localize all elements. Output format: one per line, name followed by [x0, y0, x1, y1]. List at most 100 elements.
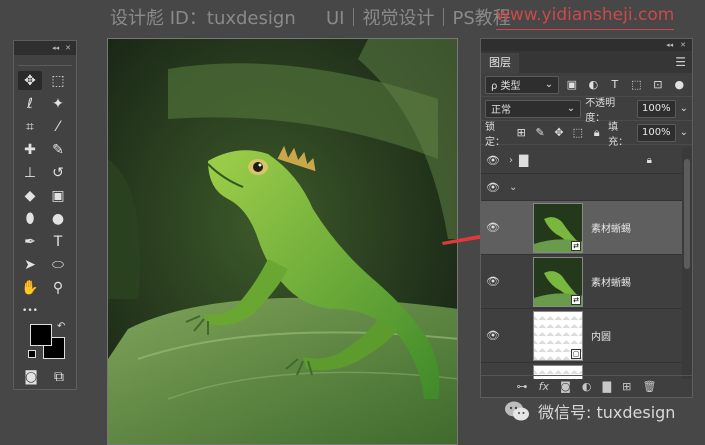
visibility-eye-icon[interactable]: 👁︎	[481, 154, 505, 167]
collapse-icon[interactable]: ◂◂	[52, 44, 59, 52]
blend-opacity-row: 正常 ⌄ 不透明度： 100% ⌄	[481, 97, 692, 124]
document-canvas[interactable]	[107, 38, 458, 445]
new-layer-icon[interactable]: ⊞	[622, 380, 631, 393]
delete-layer-icon[interactable]: 🗑︎	[642, 380, 656, 393]
blend-mode-select[interactable]: 正常 ⌄	[485, 99, 582, 118]
new-group-icon[interactable]: ▇	[603, 380, 611, 393]
eyedropper-tool-icon[interactable]: ⁄	[46, 117, 70, 136]
lasso-tool-icon[interactable]: ℓ	[18, 94, 42, 113]
chevron-down-icon[interactable]: ⌄	[680, 127, 688, 138]
layer-row-group-collapsed[interactable]: 👁︎ › ▇ 🔒︎	[481, 147, 682, 174]
pen-tool-icon[interactable]: ✒	[18, 232, 42, 251]
blend-mode-value: 正常	[491, 105, 511, 116]
filter-smart-object-icon[interactable]: ⊡	[649, 76, 666, 94]
fill-input[interactable]: 100%	[636, 123, 676, 142]
layer-thumbnail: ⇄	[533, 256, 583, 307]
healing-brush-tool-icon[interactable]: ✚	[18, 140, 42, 159]
tools-grip[interactable]	[18, 58, 72, 66]
chevron-right-icon[interactable]: ›	[509, 155, 513, 166]
layer-kind-filter-label: ρ 类型	[491, 81, 521, 92]
filter-shape-icon[interactable]: ⬚	[628, 76, 645, 94]
mask-icon[interactable]: ◙	[560, 380, 571, 393]
visibility-eye-icon[interactable]: 👁︎	[481, 275, 505, 288]
wechat-watermark: 微信号: tuxdesign	[504, 398, 675, 424]
smart-object-icon: ⇄	[571, 240, 581, 251]
chevron-down-icon[interactable]: ⌄	[509, 182, 517, 193]
default-colors-icon[interactable]	[28, 350, 36, 358]
smart-object-icon: ⇄	[571, 294, 581, 305]
lock-all-icon[interactable]: 🔒︎	[589, 124, 604, 142]
layers-scrollbar[interactable]	[682, 147, 692, 379]
chevron-down-icon: ⌄	[544, 79, 554, 90]
foreground-color-swatch[interactable]	[30, 324, 52, 346]
color-swatches: ↶	[28, 321, 70, 364]
layers-bottom-toolbar: ⊶ fx ◙ ◐ ▇ ⊞ 🗑︎	[481, 375, 692, 397]
lock-icon: 🔒︎	[646, 154, 652, 166]
layers-tabbar: 图层 ☰	[481, 51, 692, 73]
screen-mode-icon[interactable]: ⧉	[50, 369, 68, 385]
visibility-eye-icon[interactable]: 👁︎	[481, 329, 505, 342]
eraser-tool-icon[interactable]: ◆	[18, 186, 42, 205]
scrollbar-thumb[interactable]	[684, 159, 690, 269]
path-selection-tool-icon[interactable]: ➤	[18, 255, 42, 274]
lock-pixels-icon[interactable]: ✎	[533, 124, 548, 142]
link-layers-icon[interactable]: ⊶	[517, 380, 528, 393]
ellipse-tool-icon[interactable]: ⬭	[46, 255, 70, 274]
quick-mask-icon[interactable]: ◙	[22, 369, 40, 385]
type-tool-icon[interactable]: T	[46, 232, 70, 251]
watermark-topic: UI｜视觉设计｜PS教程	[326, 8, 511, 29]
layer-name: 素材蜥蜴	[591, 224, 631, 235]
folder-icon: ▇	[519, 153, 529, 167]
lock-artboard-icon[interactable]: ⬚	[570, 124, 585, 142]
zoom-tool-icon[interactable]: ⚲	[46, 278, 70, 297]
dodge-tool-icon[interactable]: ●	[46, 209, 70, 228]
visibility-eye-icon[interactable]: 👁︎	[481, 221, 505, 234]
layer-row-inner-circle[interactable]: 👁︎ ▢ 内圆	[481, 309, 682, 363]
filter-type-icon[interactable]: T	[606, 76, 623, 94]
swap-colors-icon[interactable]: ↶	[57, 321, 65, 332]
vector-mask-icon: ▢	[571, 348, 581, 359]
tools-panel: ◂◂ ✕ ✥ ⬚ ℓ ✦ ⌗ ⁄ ✚ ✎ ⊥ ↺ ◆ ▣ ⬮ ● ✒ T ➤ ⬭ ✋ ⚲ ••• ↶ ◙ ⧉	[13, 40, 77, 390]
layer-name: 素材蜥蜴	[591, 278, 631, 289]
layer-row-lizard-selected[interactable]: 👁︎ ⇄ 素材蜥蜴	[481, 201, 682, 255]
tools-bottom: ◙ ⧉	[22, 369, 68, 385]
lizard-photo	[108, 39, 457, 444]
tools-panel-header[interactable]: ◂◂ ✕	[14, 41, 76, 55]
layers-panel: ◂◂ ✕ 图层 ☰ ρ 类型 ⌄ ▣ ◐ T ⬚ ⊡ ● 正常 ⌄ 不透明度： …	[480, 38, 693, 398]
lock-fill-row: 锁定： ⊞ ✎ ✥ ⬚ 🔒︎ 填充： 100% ⌄	[481, 121, 692, 148]
layer-name: 内圆	[591, 332, 611, 343]
watermark-designer: 设计彪 ID：tuxdesign	[110, 8, 296, 29]
layer-row-group-expanded[interactable]: 👁︎ ⌄	[481, 174, 682, 201]
close-icon[interactable]: ✕	[65, 44, 71, 52]
layer-thumbnail: ▢	[533, 310, 583, 361]
panel-menu-icon[interactable]: ☰	[675, 55, 686, 69]
lock-transparent-icon[interactable]: ⊞	[514, 124, 529, 142]
layer-row-lizard[interactable]: 👁︎ ⇄ 素材蜥蜴	[481, 255, 682, 309]
filter-pixel-icon[interactable]: ▣	[563, 76, 580, 94]
blur-tool-icon[interactable]: ⬮	[18, 209, 42, 228]
opacity-input[interactable]: 100%	[637, 99, 676, 118]
magic-wand-tool-icon[interactable]: ✦	[46, 94, 70, 113]
fx-icon[interactable]: fx	[539, 380, 549, 393]
layer-list: 👁︎ › ▇ 🔒︎ 👁︎ ⌄ 👁︎ ⇄ 素材蜥蜴 👁︎ ⇄ 素材蜥蜴 👁︎ ▢ …	[481, 147, 682, 379]
visibility-eye-icon[interactable]: 👁︎	[481, 181, 505, 194]
marquee-tool-icon[interactable]: ⬚	[46, 71, 70, 90]
crop-tool-icon[interactable]: ⌗	[18, 117, 42, 136]
gradient-tool-icon[interactable]: ▣	[46, 186, 70, 205]
chevron-down-icon[interactable]: ⌄	[680, 103, 688, 114]
filter-adjustment-icon[interactable]: ◐	[585, 76, 602, 94]
close-icon[interactable]: ✕	[680, 41, 686, 49]
more-tools-icon[interactable]: •••	[18, 301, 42, 320]
tab-layers[interactable]: 图层	[481, 53, 519, 73]
lock-position-icon[interactable]: ✥	[552, 124, 567, 142]
history-brush-tool-icon[interactable]: ↺	[46, 163, 70, 182]
brush-tool-icon[interactable]: ✎	[46, 140, 70, 159]
hand-tool-icon[interactable]: ✋	[18, 278, 42, 297]
layer-kind-filter[interactable]: ρ 类型 ⌄	[485, 75, 560, 94]
clone-stamp-tool-icon[interactable]: ⊥	[18, 163, 42, 182]
collapse-icon[interactable]: ◂◂	[666, 41, 673, 49]
layers-panel-header[interactable]: ◂◂ ✕	[481, 39, 692, 51]
filter-toggle-icon[interactable]: ●	[671, 76, 688, 94]
move-tool-icon[interactable]: ✥	[18, 71, 42, 90]
adjustment-layer-icon[interactable]: ◐	[582, 380, 592, 393]
